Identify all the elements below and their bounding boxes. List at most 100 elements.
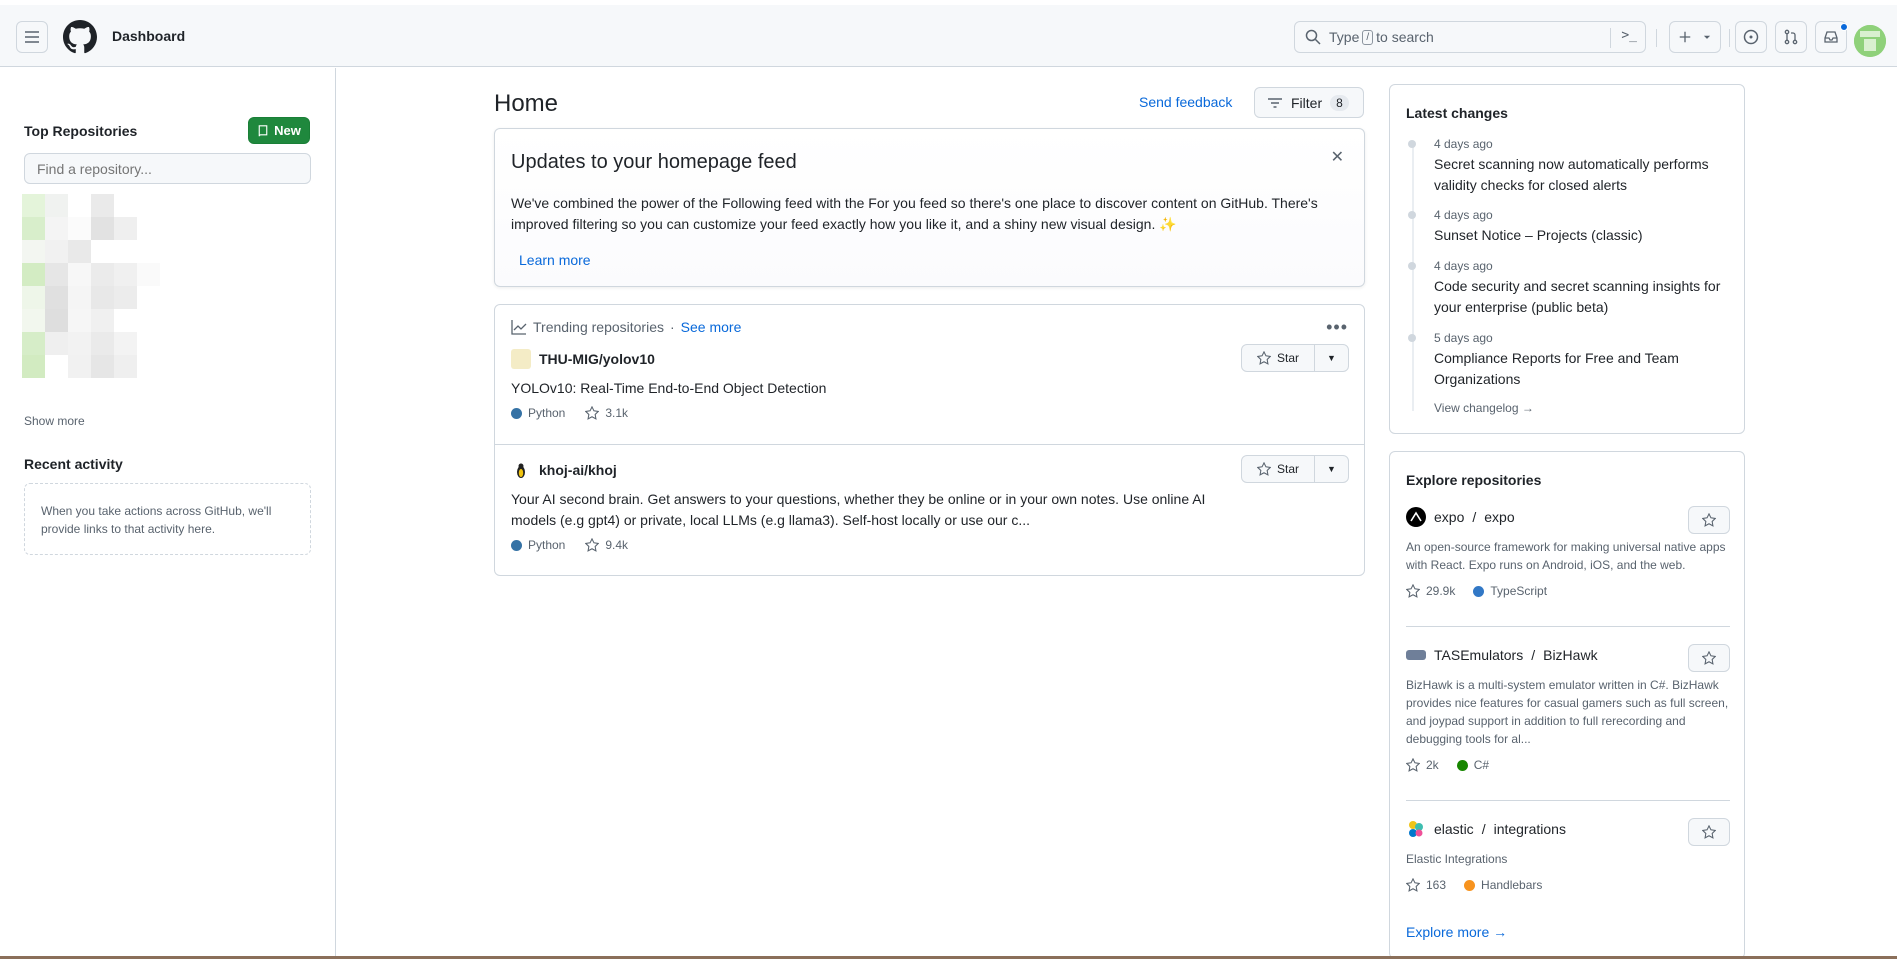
- changelog-title[interactable]: Code security and secret scanning insigh…: [1434, 276, 1734, 318]
- repo-description: Elastic Integrations: [1406, 852, 1508, 866]
- repo-meta: 29.9k TypeScript: [1406, 584, 1730, 598]
- learn-more-link[interactable]: Learn more: [519, 252, 591, 268]
- repo-owner-avatar: [511, 349, 531, 369]
- repo-icon: [258, 124, 268, 136]
- search-input[interactable]: Type / to search >_: [1294, 21, 1646, 53]
- latest-changes-heading: Latest changes: [1406, 105, 1508, 121]
- repo-stars[interactable]: 9.4k: [605, 538, 628, 552]
- language-color-dot: [511, 539, 522, 551]
- star-icon: [1406, 584, 1420, 598]
- repo-name[interactable]: BizHawk: [1543, 647, 1597, 663]
- star-icon: [1406, 878, 1420, 892]
- star-button[interactable]: Star ▼: [1241, 455, 1349, 483]
- row-divider: [1406, 626, 1730, 627]
- repo-owner[interactable]: TASEmulators: [1434, 647, 1523, 663]
- changelog-item[interactable]: 4 days ago Sunset Notice – Projects (cla…: [1408, 208, 1734, 246]
- changelog-time: 4 days ago: [1434, 259, 1493, 273]
- repo-name[interactable]: integrations: [1494, 821, 1566, 837]
- global-header: Dashboard Type / to search >_: [0, 5, 1897, 67]
- star-icon: [1702, 825, 1716, 839]
- kebab-horizontal-icon[interactable]: •••: [1326, 317, 1348, 338]
- recent-activity-empty-state: When you take actions across GitHub, we'…: [24, 483, 311, 555]
- close-icon[interactable]: ✕: [1331, 147, 1344, 167]
- language-color-dot: [1464, 879, 1476, 891]
- repo-owner[interactable]: elastic: [1434, 821, 1474, 837]
- star-button[interactable]: [1688, 506, 1730, 534]
- star-lists-dropdown-icon[interactable]: ▼: [1315, 456, 1348, 482]
- list-item: elastic / integrations Elastic Integrati…: [1406, 818, 1730, 892]
- find-repository-input[interactable]: [24, 153, 311, 184]
- star-label: Star: [1276, 462, 1299, 476]
- recent-activity-heading: Recent activity: [24, 456, 123, 472]
- menu-button[interactable]: [16, 21, 48, 53]
- repo-language: C#: [1473, 758, 1490, 772]
- star-button[interactable]: Star ▼: [1241, 344, 1349, 372]
- tasemulators-logo-icon: [1406, 650, 1426, 660]
- repo-stars[interactable]: 29.9k: [1426, 584, 1455, 598]
- see-more-link[interactable]: See more: [681, 319, 742, 335]
- changelog-title[interactable]: Secret scanning now automatically perfor…: [1434, 154, 1734, 196]
- explore-more-link[interactable]: Explore more →: [1406, 924, 1507, 940]
- search-prefix: Type: [1329, 29, 1360, 45]
- star-icon: [1406, 758, 1420, 772]
- repo-language: Handlebars: [1481, 878, 1543, 892]
- star-icon: [1702, 651, 1716, 665]
- language-color-dot: [511, 407, 522, 419]
- command-palette-icon[interactable]: >_: [1621, 28, 1637, 43]
- changelog-title[interactable]: Compliance Reports for Free and Team Org…: [1434, 348, 1734, 390]
- timeline-dot: [1408, 262, 1416, 270]
- language-color-dot: [1456, 759, 1468, 771]
- repo-name[interactable]: expo: [1484, 509, 1514, 525]
- pull-requests-button[interactable]: [1775, 21, 1807, 53]
- show-more-link[interactable]: Show more: [24, 414, 85, 428]
- create-new-button[interactable]: [1669, 21, 1721, 53]
- owner-separator: /: [1531, 647, 1536, 663]
- pixelated-repository-list: [10, 194, 180, 390]
- list-item: TASEmulators / BizHawk BizHawk is a mult…: [1406, 644, 1730, 772]
- repo-title[interactable]: TASEmulators / BizHawk: [1406, 644, 1730, 666]
- star-button[interactable]: [1688, 818, 1730, 846]
- repo-full-name[interactable]: THU-MIG/yolov10: [539, 351, 655, 367]
- repo-meta: 163 Handlebars: [1406, 878, 1730, 892]
- send-feedback-link[interactable]: Send feedback: [1139, 94, 1232, 110]
- star-icon: [1256, 351, 1271, 365]
- repo-description: Your AI second brain. Get answers to you…: [511, 491, 1206, 528]
- repo-title[interactable]: elastic / integrations: [1406, 818, 1730, 840]
- repo-title[interactable]: khoj-ai/khoj: [511, 460, 617, 480]
- filter-button[interactable]: Filter 8: [1254, 87, 1364, 118]
- avatar[interactable]: [1854, 25, 1886, 57]
- page-context-title[interactable]: Dashboard: [112, 28, 185, 44]
- inbox-icon: [1824, 31, 1838, 43]
- repo-description: BizHawk is a multi-system emulator writt…: [1406, 678, 1729, 746]
- changelog-item[interactable]: 4 days ago Secret scanning now automatic…: [1408, 137, 1734, 196]
- caret-down-icon: [1703, 35, 1711, 39]
- timeline-dot: [1408, 140, 1416, 148]
- repo-full-name[interactable]: khoj-ai/khoj: [539, 462, 617, 478]
- changelog-item[interactable]: 5 days ago Compliance Reports for Free a…: [1408, 331, 1734, 390]
- search-icon: [1305, 29, 1321, 45]
- repo-meta: 2k C#: [1406, 758, 1730, 772]
- expo-logo-icon: [1406, 507, 1426, 527]
- repo-stars[interactable]: 163: [1426, 878, 1446, 892]
- repo-language: TypeScript: [1490, 584, 1548, 598]
- github-logo-icon[interactable]: [63, 20, 97, 54]
- issues-button[interactable]: [1735, 21, 1767, 53]
- header-divider: [1656, 29, 1657, 47]
- star-lists-dropdown-icon[interactable]: ▼: [1315, 345, 1348, 371]
- view-changelog-link[interactable]: View changelog →: [1434, 401, 1534, 415]
- explore-repositories-card: Explore repositories expo / expo An open…: [1389, 451, 1745, 959]
- owner-separator: /: [1472, 509, 1477, 525]
- changelog-item[interactable]: 4 days ago Code security and secret scan…: [1408, 259, 1734, 318]
- star-button[interactable]: [1688, 644, 1730, 672]
- explore-heading: Explore repositories: [1406, 472, 1542, 488]
- repo-meta: Python 9.4k: [511, 538, 628, 552]
- banner-body: We've combined the power of the Followin…: [511, 195, 1318, 232]
- repo-title[interactable]: THU-MIG/yolov10: [511, 349, 655, 369]
- repo-title[interactable]: expo / expo: [1406, 506, 1730, 528]
- notification-indicator: [1840, 23, 1848, 31]
- repo-owner[interactable]: expo: [1434, 509, 1464, 525]
- changelog-title[interactable]: Sunset Notice – Projects (classic): [1434, 225, 1734, 246]
- repo-stars[interactable]: 3.1k: [605, 406, 628, 420]
- new-repository-button[interactable]: New: [248, 117, 310, 144]
- repo-stars[interactable]: 2k: [1426, 758, 1439, 772]
